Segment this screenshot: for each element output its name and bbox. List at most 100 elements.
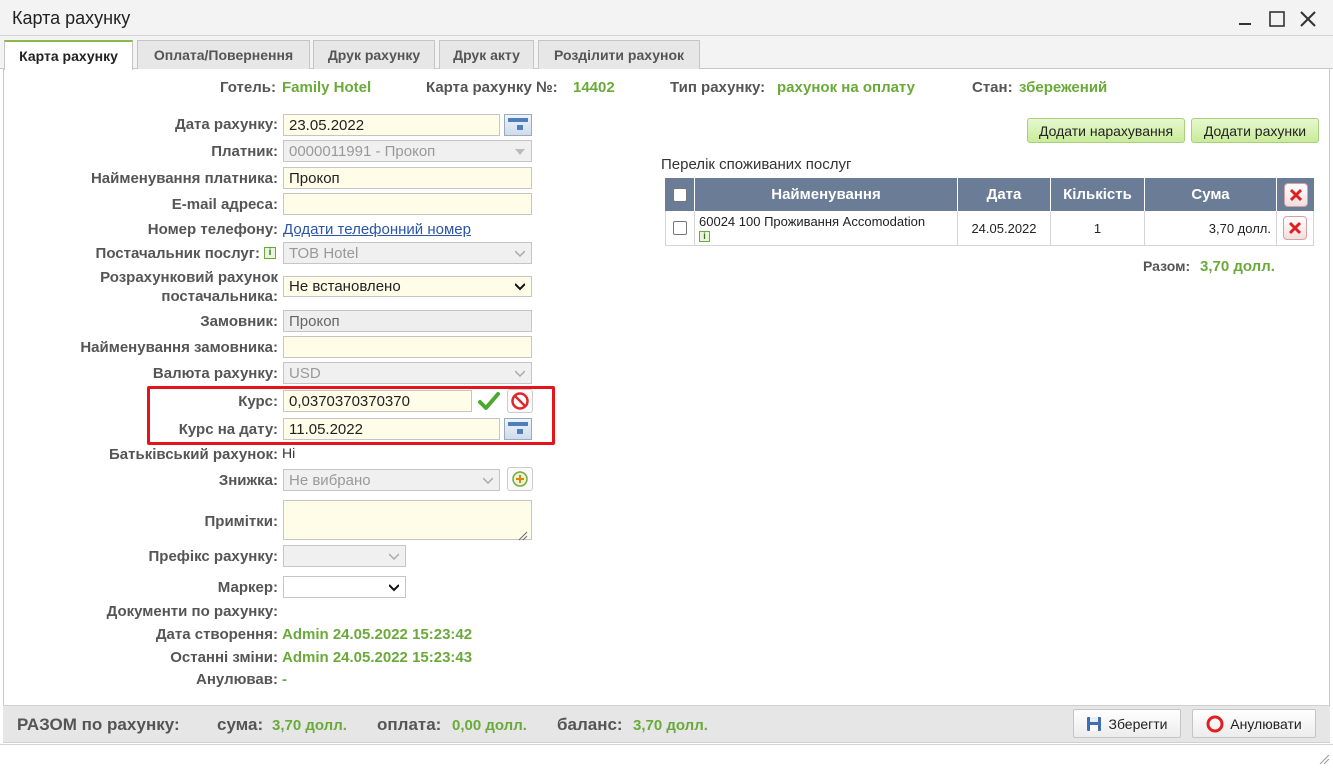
info-icon[interactable]: i: [699, 231, 710, 242]
account-select-value: Не встановлено: [289, 278, 401, 295]
payer-name-input[interactable]: Прокоп: [283, 167, 532, 189]
payer-select-value: 0000011991 - Прокоп: [289, 142, 436, 160]
marker-label: Маркер:: [217, 579, 278, 596]
phone-label: Номер телефону:: [147, 221, 278, 238]
currency-select-value: USD: [289, 364, 321, 382]
save-button[interactable]: Зберегти: [1073, 709, 1181, 738]
col-date-header[interactable]: Дата: [958, 178, 1051, 211]
modified-value: Admin 24.05.2022 15:23:43: [282, 649, 473, 666]
supplier-label: Постачальник послуг:: [95, 245, 260, 262]
email-input[interactable]: [283, 193, 532, 215]
customer-label: Замовник:: [200, 313, 278, 330]
customer-input[interactable]: Прокоп: [283, 310, 532, 332]
calendar-icon[interactable]: [504, 114, 532, 136]
footer-payment-value: 0,00 долл.: [452, 717, 527, 734]
services-total-value: 3,70 долл.: [1200, 258, 1275, 275]
currency-label: Валюта рахунку:: [152, 365, 278, 382]
chevron-down-icon: [515, 250, 525, 258]
marker-select[interactable]: [283, 576, 406, 598]
email-label: E-mail адреса:: [171, 196, 278, 213]
tab-print-invoice[interactable]: Друк рахунку: [313, 40, 435, 69]
state-label: Стан:: [972, 79, 1013, 96]
notes-textarea[interactable]: [283, 500, 532, 540]
notes-label: Примітки:: [204, 513, 279, 530]
invoice-type-label: Тип рахунку:: [670, 79, 766, 96]
status-strip: [0, 744, 1333, 768]
footer-sum-label: сума:: [217, 715, 264, 734]
window-titlebar: [0, 0, 1333, 36]
invoice-type-value: рахунок на оплату: [777, 79, 915, 96]
col-name-header[interactable]: Найменування: [695, 178, 958, 211]
account-label-line2: постачальника:: [161, 288, 278, 305]
state-value: збережений: [1019, 79, 1108, 96]
card-number-label: Карта рахунку №:: [426, 79, 558, 96]
tab-split-invoice[interactable]: Розділити рахунок: [538, 40, 700, 69]
cancel-invoice-button-label: Анулювати: [1230, 715, 1302, 732]
cancelled-by-label: Анулював:: [196, 671, 278, 688]
invoice-date-input[interactable]: 23.05.2022: [283, 114, 500, 136]
add-phone-link[interactable]: Додати телефонний номер: [283, 221, 471, 238]
maximize-icon[interactable]: [1264, 6, 1290, 32]
documents-label: Документи по рахунку:: [106, 603, 278, 620]
col-qty-header[interactable]: Кількість: [1051, 178, 1145, 211]
row-checkbox[interactable]: [673, 221, 687, 235]
window-resize-grip-icon[interactable]: [1318, 752, 1330, 765]
select-all-checkbox[interactable]: [672, 187, 687, 202]
add-discount-icon[interactable]: [507, 467, 533, 491]
chevron-down-icon: [515, 283, 525, 291]
parent-invoice-value: Ні: [282, 445, 296, 461]
supplier-select[interactable]: ТОВ Hotel: [283, 242, 532, 264]
account-label-line1: Розрахунковий рахунок: [100, 269, 278, 286]
floppy-disk-icon: [1087, 716, 1102, 731]
currency-select[interactable]: USD: [283, 362, 532, 384]
minimize-icon[interactable]: [1232, 6, 1258, 32]
add-invoices-button[interactable]: Додати рахунки: [1191, 118, 1319, 143]
services-total-label: Разом:: [1143, 258, 1191, 274]
select-all-header: [665, 178, 695, 211]
discount-select[interactable]: Не вибрано: [283, 469, 500, 491]
tab-invoice-card[interactable]: Карта рахунку: [4, 40, 133, 70]
cancel-invoice-button[interactable]: Анулювати: [1192, 709, 1316, 738]
delete-all-header: [1277, 178, 1314, 211]
footer-balance-value: 3,70 долл.: [633, 717, 708, 734]
hotel-value: Family Hotel: [282, 79, 372, 96]
chevron-down-icon: [389, 584, 399, 592]
tab-payment-refund[interactable]: Оплата/Повернення: [137, 40, 310, 69]
prefix-select[interactable]: [283, 545, 406, 567]
payer-name-label: Найменування платника:: [90, 170, 278, 187]
customer-name-input[interactable]: [283, 336, 532, 358]
discount-select-value: Не вибрано: [289, 471, 371, 489]
hotel-label: Готель:: [220, 79, 276, 96]
prefix-label: Префікс рахунку:: [148, 548, 278, 565]
supplier-select-value: ТОВ Hotel: [289, 244, 359, 262]
card-number-value: 14402: [573, 79, 615, 96]
row-qty: 1: [1051, 211, 1145, 246]
table-row-checkbox-cell: [665, 211, 695, 246]
account-select[interactable]: Не встановлено: [283, 276, 532, 297]
resize-handle-icon[interactable]: [518, 528, 528, 541]
row-service-name: 60024 100 Проживання Accomodation: [699, 214, 926, 229]
table-row-delete-cell: [1277, 211, 1314, 246]
cancel-circle-icon: [1206, 715, 1224, 732]
customer-name-label: Найменування замовника:: [80, 339, 278, 356]
delete-row-icon[interactable]: [1283, 216, 1307, 240]
caret-down-icon: [515, 149, 525, 155]
add-charge-button[interactable]: Додати нарахування: [1027, 118, 1185, 143]
close-icon[interactable]: [1295, 6, 1321, 32]
info-icon[interactable]: i: [264, 247, 276, 259]
created-label: Дата створення:: [155, 626, 278, 643]
invoice-date-label: Дата рахунку:: [175, 116, 278, 133]
parent-invoice-label: Батьківський рахунок:: [109, 446, 278, 463]
delete-all-icon[interactable]: [1283, 182, 1308, 207]
chevron-down-icon: [483, 477, 493, 485]
created-value: Admin 24.05.2022 15:23:42: [282, 626, 473, 643]
col-sum-header[interactable]: Сума: [1145, 178, 1277, 211]
payer-select[interactable]: 0000011991 - Прокоп: [283, 140, 532, 162]
row-sum: 3,70 долл.: [1145, 211, 1277, 246]
table-row-name-cell: 60024 100 Проживання Accomodation i: [695, 211, 958, 246]
discount-label: Знижка:: [218, 472, 278, 489]
tab-print-act[interactable]: Друк акту: [439, 40, 534, 69]
rate-highlight-box: [147, 386, 555, 445]
footer-payment-label: оплата:: [377, 715, 442, 734]
footer-balance-label: баланс:: [557, 715, 623, 734]
